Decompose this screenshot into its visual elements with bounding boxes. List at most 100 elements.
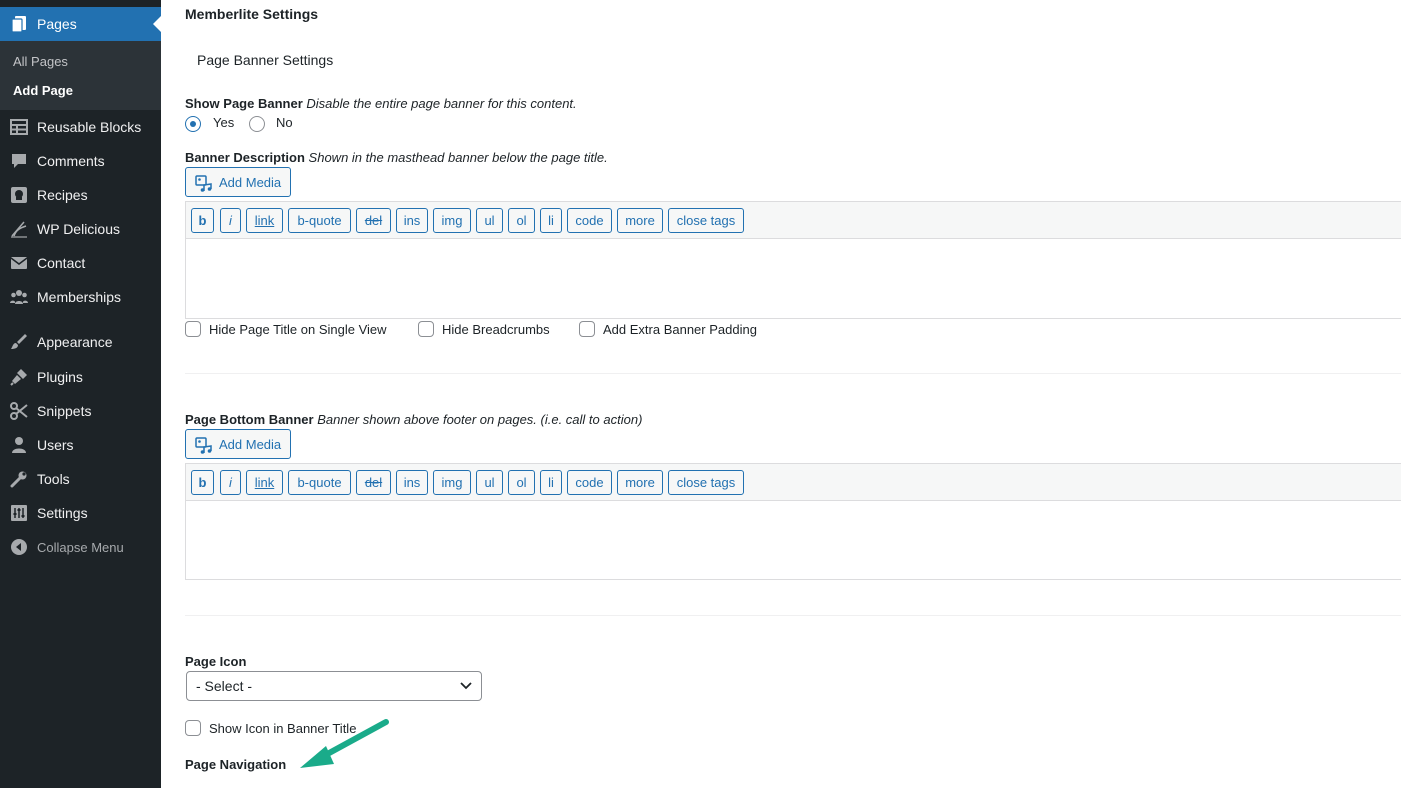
add-media-label: Add Media [219,437,282,452]
sidebar-item-reusable-blocks[interactable]: Reusable Blocks [0,110,161,144]
sidebar-item-label: WP Delicious [37,221,120,237]
qt-li-button[interactable]: li [540,470,562,495]
show-icon-checkbox[interactable] [185,720,201,736]
radio-no[interactable] [249,116,265,132]
sidebar-item-label: Snippets [37,403,92,419]
add-media-button-bottom[interactable]: Add Media [185,429,291,459]
hide-breadcrumbs-checkbox[interactable] [418,321,434,337]
add-media-icon [195,437,212,454]
sidebar-item-label: Plugins [37,369,83,385]
page-icon-label: Page Icon [185,654,247,669]
bottom-banner-label-row: Page Bottom Banner Banner shown above fo… [185,412,642,427]
sidebar-item-memberships[interactable]: Memberships [0,280,161,314]
pages-icon [11,16,26,33]
pages-submenu: All Pages Add Page [0,41,161,110]
add-media-label: Add Media [219,175,282,190]
banner-description-label-row: Banner Description Shown in the masthead… [185,150,608,165]
qt-code-button[interactable]: code [567,208,612,233]
radio-no-label: No [276,115,293,130]
reusable-blocks-icon [10,119,28,135]
submenu-all-pages[interactable]: All Pages [13,54,68,69]
qt-link-button[interactable]: link [246,208,283,233]
sidebar-item-label: Tools [37,471,70,487]
qt-del-button[interactable]: del [356,208,391,233]
submenu-add-page[interactable]: Add Page [13,83,73,98]
divider [185,373,1401,374]
sidebar-item-recipes[interactable]: Recipes [0,178,161,212]
appearance-icon [11,334,27,349]
qt-ol-button[interactable]: ol [508,208,535,233]
sidebar-item-label: Contact [37,255,86,271]
page-icon-select-value: - Select - [196,678,253,694]
qt-li-button[interactable]: li [540,208,562,233]
extra-padding-checkbox[interactable] [579,321,595,337]
contact-icon [10,257,28,269]
extra-padding-label: Add Extra Banner Padding [603,322,757,337]
comments-icon [12,154,26,168]
qt-bold-button[interactable]: b [191,208,214,233]
sidebar-item-comments[interactable]: Comments [0,144,161,178]
add-media-button[interactable]: Add Media [185,167,291,197]
qt-ul-button[interactable]: ul [476,208,503,233]
qt-link-button[interactable]: link [246,470,283,495]
bottom-banner-editor[interactable]: b i link b-quote del ins img ul ol li co… [185,463,1401,580]
snippets-icon [10,402,28,420]
recipes-icon [11,187,27,203]
sidebar-item-settings[interactable]: Settings [0,496,161,530]
qt-italic-button[interactable]: i [220,208,241,233]
quicktags-toolbar: b i link b-quote del ins img ul ol li co… [186,464,1401,501]
sidebar-item-label: Pages [37,16,77,32]
qt-code-button[interactable]: code [567,470,612,495]
qt-del-button[interactable]: del [356,470,391,495]
qt-more-button[interactable]: more [617,470,663,495]
show-banner-description: Disable the entire page banner for this … [306,96,577,111]
add-media-icon [195,175,212,192]
memberships-icon [10,290,28,304]
sidebar-item-label: Users [37,437,74,453]
bottom-banner-description: Banner shown above footer on pages. (i.e… [317,412,643,427]
show-banner-label: Show Page Banner [185,96,303,111]
qt-close-tags-button[interactable]: close tags [668,208,744,233]
sidebar-item-label: Recipes [37,187,88,203]
banner-description-label: Banner Description [185,150,305,165]
qt-more-button[interactable]: more [617,208,663,233]
sidebar-item-tools[interactable]: Tools [0,462,161,496]
page-icon-select[interactable]: - Select - [186,671,482,701]
sidebar-item-label: Appearance [37,334,113,350]
plugins-icon [10,369,27,386]
sidebar-item-plugins[interactable]: Plugins [0,360,161,394]
admin-sidebar: Pages All Pages Add Page Reusable Blocks… [0,0,161,788]
show-banner-label-row: Show Page Banner Disable the entire page… [185,96,577,111]
wp-delicious-icon [11,221,27,238]
qt-ul-button[interactable]: ul [476,470,503,495]
sidebar-item-appearance[interactable]: Appearance [0,325,161,359]
qt-close-tags-button[interactable]: close tags [668,470,744,495]
qt-img-button[interactable]: img [433,208,471,233]
radio-yes[interactable] [185,116,201,132]
sidebar-item-label: Comments [37,153,105,169]
collapse-icon [11,539,27,555]
sidebar-item-pages[interactable]: Pages [0,7,161,41]
collapse-menu-button[interactable]: Collapse Menu [0,530,161,564]
sidebar-item-contact[interactable]: Contact [0,246,161,280]
qt-ol-button[interactable]: ol [508,470,535,495]
banner-description-hint: Shown in the masthead banner below the p… [308,150,608,165]
sidebar-item-users[interactable]: Users [0,428,161,462]
hide-title-checkbox[interactable] [185,321,201,337]
qt-ins-button[interactable]: ins [396,470,428,495]
bottom-banner-label: Page Bottom Banner [185,412,314,427]
subsection-title: Page Banner Settings [197,52,334,68]
qt-bquote-button[interactable]: b-quote [288,208,351,233]
qt-bold-button[interactable]: b [191,470,214,495]
qt-img-button[interactable]: img [433,470,471,495]
qt-italic-button[interactable]: i [220,470,241,495]
quicktags-toolbar: b i link b-quote del ins img ul ol li co… [186,202,1401,239]
qt-bquote-button[interactable]: b-quote [288,470,351,495]
sidebar-item-label: Settings [37,505,88,521]
banner-description-editor[interactable]: b i link b-quote del ins img ul ol li co… [185,201,1401,319]
annotation-arrow-icon [300,719,389,768]
sidebar-item-wp-delicious[interactable]: WP Delicious [0,212,161,246]
qt-ins-button[interactable]: ins [396,208,428,233]
hide-breadcrumbs-label: Hide Breadcrumbs [442,322,550,337]
sidebar-item-snippets[interactable]: Snippets [0,394,161,428]
